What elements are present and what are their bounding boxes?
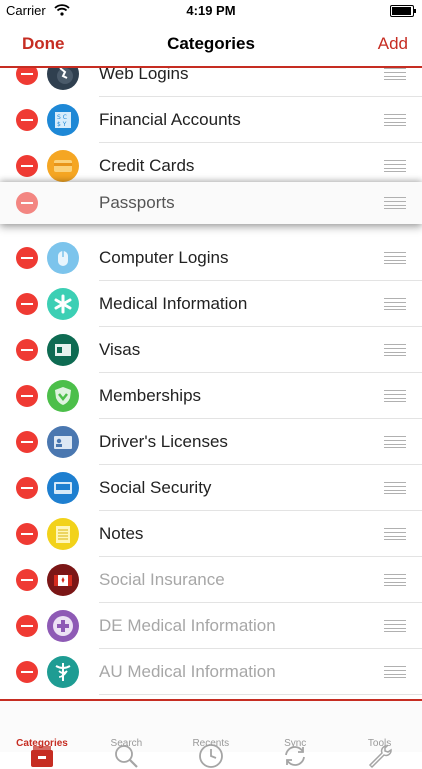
- svg-text:S C: S C: [57, 114, 67, 121]
- status-time: 4:19 PM: [186, 3, 236, 18]
- tab-sync[interactable]: Sync: [253, 701, 337, 766]
- globe-icon: [47, 66, 79, 90]
- category-row[interactable]: Computer Logins: [0, 235, 422, 281]
- page-title: Categories: [167, 34, 255, 53]
- reorder-handle-icon[interactable]: [384, 298, 406, 310]
- category-label: Computer Logins: [99, 248, 229, 267]
- category-row[interactable]: Driver's Licenses: [0, 419, 422, 465]
- category-label: Web Logins: [99, 66, 189, 83]
- category-row[interactable]: DE Medical Information: [0, 603, 422, 649]
- category-row[interactable]: AU Medical Information: [0, 649, 422, 695]
- reorder-handle-icon[interactable]: [384, 114, 406, 126]
- medical-icon: [47, 288, 79, 320]
- reorder-handle-icon[interactable]: [384, 620, 406, 632]
- delete-button[interactable]: [16, 247, 38, 269]
- tab-search[interactable]: Search: [84, 701, 168, 768]
- delete-button[interactable]: [16, 385, 38, 407]
- tab-label: Categories: [16, 738, 68, 749]
- category-row[interactable]: Notes: [0, 511, 422, 557]
- status-bar: Carrier 4:19 PM: [0, 0, 422, 22]
- tab-recents[interactable]: Recents: [169, 701, 253, 768]
- reorder-handle-icon[interactable]: [384, 574, 406, 586]
- reorder-handle-icon[interactable]: [384, 436, 406, 448]
- caduceus-icon: [47, 656, 79, 688]
- category-row[interactable]: Medical Information: [0, 281, 422, 327]
- bank-icon: S C $ Y: [47, 104, 79, 136]
- delete-button[interactable]: [16, 477, 38, 499]
- category-label: Passports: [99, 193, 175, 212]
- visa-icon: [47, 334, 79, 366]
- delete-button[interactable]: [16, 523, 38, 545]
- delete-button[interactable]: [16, 339, 38, 361]
- category-row[interactable]: Visas: [0, 327, 422, 373]
- category-list: Web Logins S C $ Y Financial Accounts Credit…: [0, 66, 422, 699]
- medical-cross-icon: [47, 610, 79, 642]
- dragging-category-row[interactable]: Passports: [0, 182, 422, 224]
- canada-flag-icon: [47, 564, 79, 596]
- delete-button[interactable]: [16, 615, 38, 637]
- delete-button[interactable]: [16, 293, 38, 315]
- category-row[interactable]: S C $ Y Financial Accounts: [0, 97, 422, 143]
- category-label: Driver's Licenses: [99, 432, 228, 451]
- category-label: Credit Cards: [99, 156, 195, 175]
- reorder-handle-icon[interactable]: [384, 390, 406, 402]
- reorder-handle-icon[interactable]: [384, 344, 406, 356]
- category-label: Social Insurance: [99, 570, 225, 589]
- id-card-icon: [47, 426, 79, 458]
- delete-button[interactable]: [16, 569, 38, 591]
- reorder-handle-icon[interactable]: [384, 482, 406, 494]
- reorder-handle-icon[interactable]: [384, 197, 406, 209]
- tab-tools[interactable]: Tools: [338, 701, 422, 769]
- battery-icon: [390, 5, 416, 17]
- category-row[interactable]: Social Security: [0, 465, 422, 511]
- category-label: Medical Information: [99, 294, 248, 313]
- tab-label: Search: [110, 738, 143, 749]
- category-label: Social Security: [99, 478, 212, 497]
- tab-bar: Categories Search Recents Sync Tools: [0, 699, 422, 769]
- delete-button[interactable]: [16, 431, 38, 453]
- reorder-handle-icon[interactable]: [384, 252, 406, 264]
- category-row[interactable]: Social Insurance: [0, 557, 422, 603]
- tab-label: Sync: [284, 738, 307, 749]
- tab-categories[interactable]: Categories: [0, 701, 84, 767]
- delete-button[interactable]: [16, 109, 38, 131]
- mouse-icon: [47, 242, 79, 274]
- category-label: Financial Accounts: [99, 110, 241, 129]
- category-label: AU Medical Information: [99, 662, 276, 681]
- reorder-handle-icon[interactable]: [384, 666, 406, 678]
- category-row[interactable]: Memberships: [0, 373, 422, 419]
- navigation-bar: Done Categories Add: [0, 22, 422, 68]
- delete-button[interactable]: [16, 661, 38, 683]
- delete-button[interactable]: [16, 66, 38, 85]
- delete-button[interactable]: [16, 192, 38, 214]
- add-button[interactable]: Add: [378, 34, 408, 54]
- category-row[interactable]: Web Logins: [0, 66, 422, 97]
- delete-button[interactable]: [16, 155, 38, 177]
- category-label: Memberships: [99, 386, 202, 405]
- tab-label: Tools: [367, 738, 392, 749]
- card-icon: [47, 472, 79, 504]
- category-label: Notes: [99, 524, 144, 543]
- notes-icon: [47, 518, 79, 550]
- tab-label: Recents: [192, 738, 230, 749]
- shield-icon: [47, 380, 79, 412]
- category-label: DE Medical Information: [99, 616, 276, 635]
- reorder-handle-icon[interactable]: [384, 160, 406, 172]
- svg-text:$ Y: $ Y: [57, 121, 67, 128]
- reorder-handle-icon[interactable]: [384, 68, 406, 80]
- category-label: Visas: [99, 340, 141, 359]
- credit-card-icon: [47, 150, 79, 182]
- reorder-handle-icon[interactable]: [384, 528, 406, 540]
